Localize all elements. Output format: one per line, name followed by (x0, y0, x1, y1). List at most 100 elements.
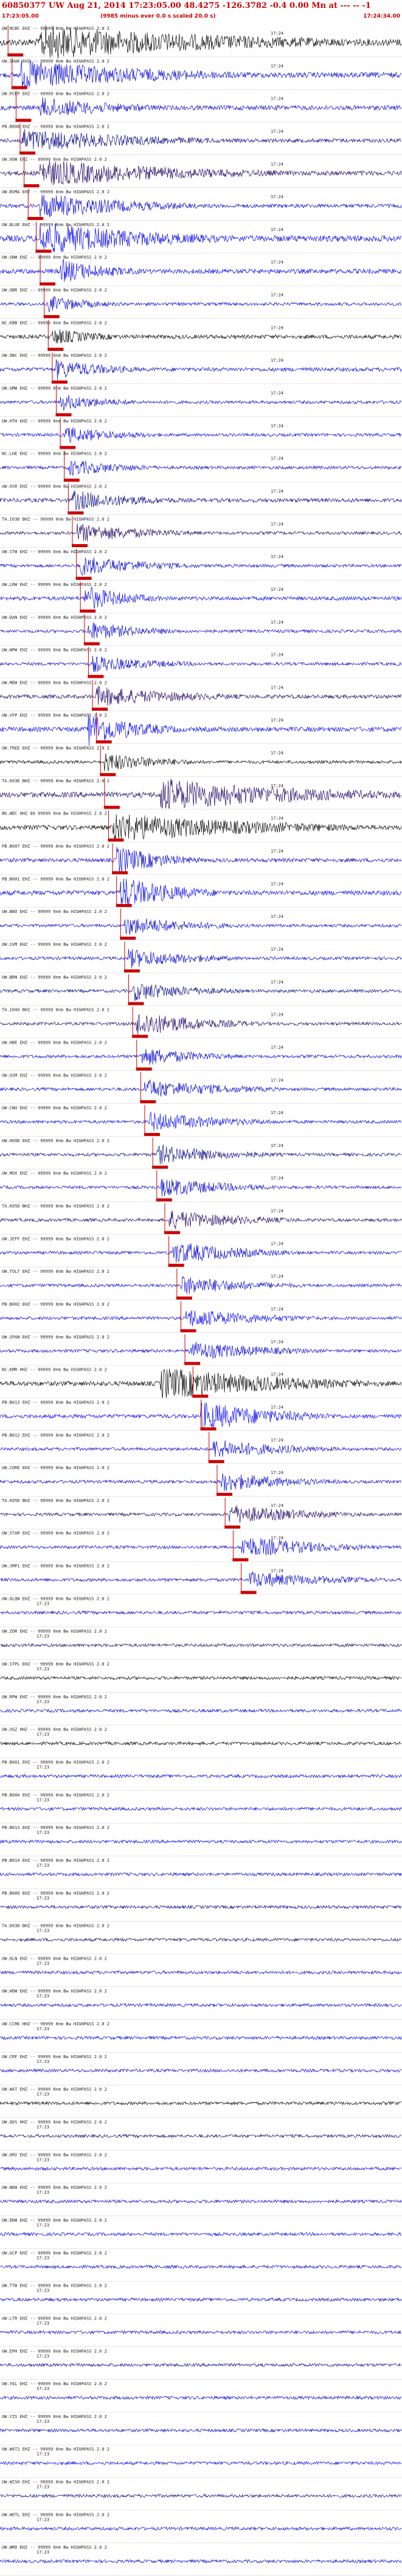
pick-bar (95, 740, 112, 744)
trace-row: PB.B007 EHZ -- 99999 0nm Bw HIGHPASS 2.0… (0, 843, 402, 875)
trace-row: UW.ODS HHZ -- 99999 0nm Bw HIGHPASS 2.0 … (0, 2120, 402, 2151)
trace-row: UW.NCBC EHZ -- 99999 0nm Bw HIGHPASS 2.0… (0, 25, 402, 59)
waveform-line (0, 1643, 402, 1648)
pick-bar (152, 1165, 168, 1169)
trace-row: UW.HDW EHZ -- 99999 0nm Bw HIGHPASS 2.0 … (0, 1989, 402, 2020)
trace-row: UW.MEW EHZ -- 99999 0nm Bw HIGHPASS 2.0 … (0, 680, 402, 711)
time-tick-label: 17:23 (36, 2419, 49, 2424)
time-tick-label: 17:23 (36, 2190, 49, 2195)
station-label: UW.YEL EHZ -- 99999 0nm Bw HIGHPASS 2.0 … (2, 2381, 107, 2386)
waveform-line (0, 2330, 402, 2335)
station-label: UW.NCBC EHZ -- 99999 0nm Bw HIGHPASS 2.0… (2, 26, 109, 31)
time-tick-label: 17:23 (36, 1732, 49, 1737)
pick-bar (11, 86, 27, 89)
waveform-line (0, 1505, 402, 1523)
waveform-line (0, 1571, 402, 1587)
trace-row: UW.PCEP EHZ -- 99999 0nm Bw HIGHPASS 2.0… (0, 91, 402, 123)
waveform-line (0, 129, 401, 150)
trace-row: UW.TOLT EHZ -- 99999 0nm Bw HIGHPASS 2.0… (0, 1269, 402, 1300)
time-tick-label: 17:23 (36, 2256, 49, 2261)
start-time-label: 17:23:05.00 (2, 13, 39, 19)
pick-bar (128, 1002, 144, 1005)
trace-row: UW.EPH EHZ -- 99999 0nm Bw HIGHPASS 2.0 … (0, 2349, 402, 2380)
station-label: TA.K05D BHZ -- 99999 0nm Bw HIGHPASS 2.0… (2, 1204, 109, 1209)
time-tick-label: 17:24 (271, 881, 283, 886)
time-tick-label: 17:24 (271, 1405, 283, 1410)
pick-bar (116, 904, 132, 907)
waveform-line (0, 2068, 402, 2073)
trace-row: UW.LRW EHZ -- 99999 0nm Bw HIGHPASS 2.0 … (0, 581, 402, 613)
trace-row: UW.TTW EHZ -- 99999 0nm Bw HIGHPASS 2.0 … (0, 2284, 402, 2315)
pick-bar (100, 773, 116, 776)
time-tick-label: 17:24 (271, 849, 283, 854)
waveform-line (0, 1937, 402, 1943)
station-label: UW.DAN EHZ -- 99999 0nm Bw HIGHPASS 2.0 … (2, 615, 107, 620)
time-tick-label: 17:24 (271, 162, 283, 167)
trace-row: UW.OSR EHZ -- 99999 0nm Bw HIGHPASS 2.0 … (0, 483, 402, 515)
waveform-line (0, 1179, 402, 1197)
time-tick-label: 17:23 (36, 1700, 49, 1704)
station-label: UW.CRF EHZ -- 99999 0nm Bw HIGHPASS 2.0 … (2, 2054, 107, 2059)
time-tick-label: 17:24 (271, 751, 283, 756)
trace-row: UW.WOTL EHZ -- 99999 0nm Bw HIGHPASS 2.0… (0, 2512, 402, 2543)
pick-bar (144, 1132, 160, 1136)
station-label: PB.B002 EHZ -- 99999 0nm Bw HIGHPASS 2.0… (2, 1302, 109, 1307)
record-header: 60850377 UW Aug 21, 2014 17:23:05.00 48.… (0, 0, 402, 24)
time-tick-label: 17:24 (271, 64, 283, 69)
trace-row: UW.STAR EHZ -- 99999 0nm Bw HIGHPASS 2.0… (0, 1530, 402, 1562)
station-label: PB.B001 EHZ -- 99999 0nm Bw HIGHPASS 2.0… (2, 876, 109, 881)
time-tick-label: 17:24 (271, 980, 283, 985)
trace-row: UW.OLN EHZ -- 99999 0nm Bw HIGHPASS 2.0 … (0, 1956, 402, 1987)
waveform-line (0, 918, 402, 935)
time-tick-label: 17:24 (271, 1013, 283, 1018)
pick-bar (192, 1394, 209, 1398)
station-label: UW.OOW EHZ -- 99999 0nm Bw HIGHPASS 2.0 … (2, 157, 107, 162)
station-label: TA.K05D BHZ -- 99999 0nm Bw HIGHPASS 2.0… (2, 1498, 109, 1503)
waveform-line (0, 656, 402, 672)
station-label: UW.LRW EHZ -- 99999 0nm Bw HIGHPASS 2.0 … (2, 582, 107, 587)
station-label: UW.LTR EHZ -- 99999 0nm Bw HIGHPASS 2.0 … (2, 2316, 107, 2321)
waveform-line (0, 2493, 402, 2498)
station-label: UW.STW EHZ -- 99999 0nm Bw HIGHPASS 2.0 … (2, 549, 107, 554)
pick-bar (120, 936, 136, 940)
time-tick-label: 17:24 (271, 1438, 283, 1442)
station-label: UW.SVM EHZ -- 99999 0nm Bw HIGHPASS 2.0 … (2, 942, 107, 947)
trace-row: UW.VFP EHZ -- 99999 0nm Bw HIGHPASS 2.0 … (0, 712, 402, 746)
waveform-line (0, 1904, 402, 1910)
waveform-line (0, 1872, 402, 1877)
time-tick-label: 17:24 (271, 1536, 283, 1541)
waveform-line (0, 1243, 402, 1263)
station-label: UW.OBR EHZ -- 99999 0nm Bw HIGHPASS 2.0 … (2, 288, 107, 293)
waveform-line (0, 295, 402, 312)
trace-row: PB.B001 EHZ -- 99999 0nm Bw HIGHPASS 2.0… (0, 876, 402, 907)
station-label: UW.ORV EHZ -- 99999 0nm Bw HIGHPASS 2.0 … (2, 2152, 107, 2157)
station-label: UW.HDW EHZ -- 99999 0nm Bw HIGHPASS 2.0 … (2, 1989, 107, 1994)
pick-bar (200, 1427, 217, 1431)
trace-row: UW.RPW EHZ -- 99999 0nm Bw HIGHPASS 2.0 … (0, 1695, 402, 1726)
waveform-line (0, 1440, 402, 1457)
station-label: UW.PCEP EHZ -- 99999 0nm Bw HIGHPASS 2.0… (2, 92, 109, 97)
trace-row: UW.BLUE EHZ -- 99999 0nm Bw HIGHPASS 2.0… (0, 221, 402, 253)
waveform-line (0, 460, 401, 477)
time-tick-label: 17:23 (36, 2321, 49, 2326)
trace-row: UW.SHUK EHZ -- 99999 0nm Bw HIGHPASS 2.0… (0, 58, 402, 90)
station-label: UW.OLN EHZ -- 99999 0nm Bw HIGHPASS 2.0 … (2, 1956, 107, 1961)
trace-row: UW.OBC EHZ -- 99999 0nm Bw HIGHPASS 2.0 … (0, 353, 402, 384)
station-label: UW.SHUK EHZ -- 99999 0nm Bw HIGHPASS 2.0… (2, 59, 109, 64)
trace-row: TA.D03D BHZ -- 99999 0nm Bw HIGHPASS 2.0… (0, 1924, 402, 1955)
time-tick-label: 17:24 (271, 947, 283, 952)
trace-row: UW.BVMA EHZ -- 99999 0nm Bw HIGHPASS 2.0… (0, 189, 402, 221)
trace-row: UW.JEFF EHZ -- 99999 0nm Bw HIGHPASS 2.0… (0, 1236, 402, 1267)
pick-bar (103, 805, 120, 809)
station-label: PB.B012 EHZ -- 99999 0nm Bw HIGHPASS 2.0… (2, 1433, 109, 1438)
scale-note: (9985 minus ever 0.0 s scaled 20.0 s) (100, 13, 216, 19)
waveform-line (0, 2133, 401, 2138)
station-label: UW.VGZ HHZ -- 99999 0nm Bw HIGHPASS 2.0 … (2, 1727, 107, 1732)
trace-row: UW.LTR EHZ -- 99999 0nm Bw HIGHPASS 2.0 … (0, 2316, 402, 2347)
trace-row: UW.CRF EHZ -- 99999 0nm Bw HIGHPASS 2.0 … (0, 2054, 402, 2085)
station-label: PB.B014 EHZ -- 99999 0nm Bw HIGHPASS 2.0… (2, 1858, 109, 1863)
trace-row: UW.ZOR EHZ -- 99999 0nm Bw HIGHPASS 2.0 … (0, 1629, 402, 1660)
time-tick-label: 17:24 (271, 1569, 283, 1574)
time-tick-label: 17:24 (271, 456, 283, 461)
pick-bar (232, 1558, 249, 1562)
